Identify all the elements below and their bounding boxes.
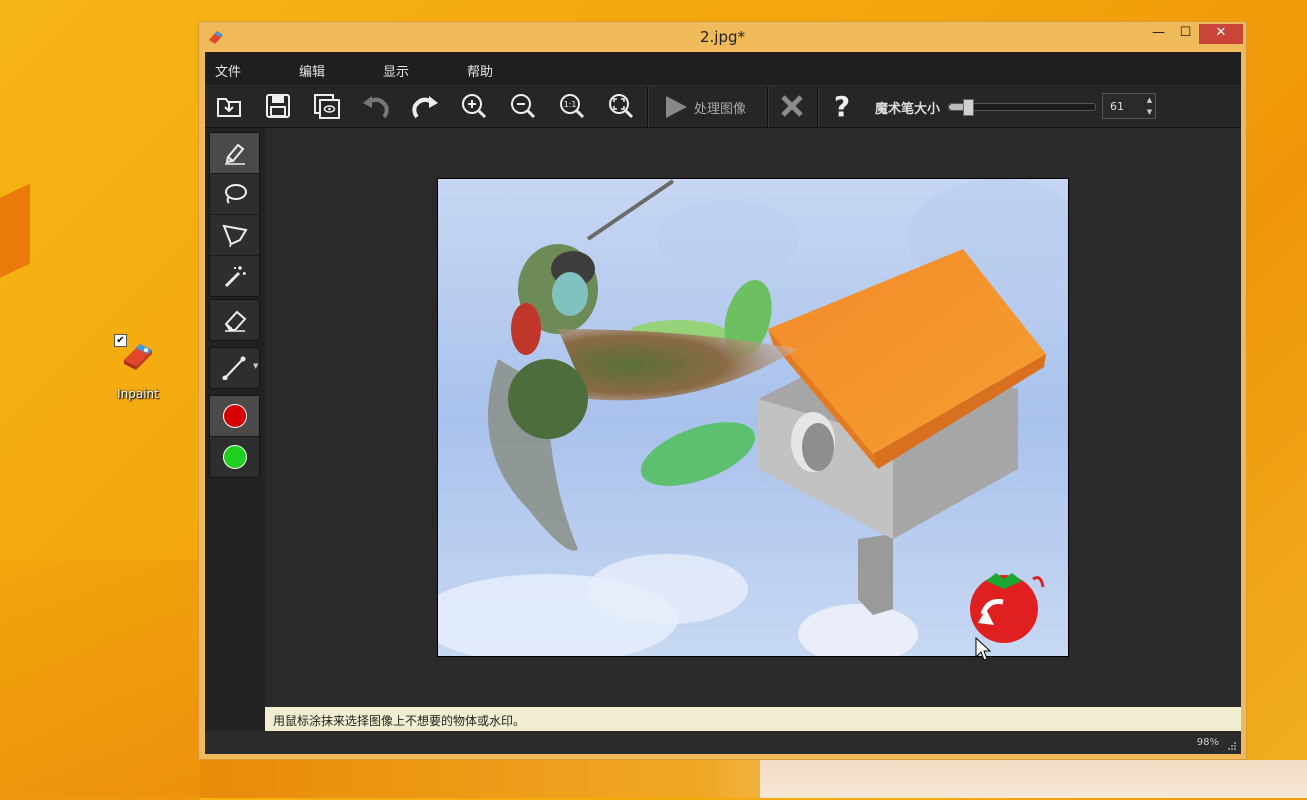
line-icon: [222, 356, 246, 380]
zoom-in-icon: [462, 94, 487, 119]
process-image-button[interactable]: 处理图像: [649, 86, 767, 127]
actual-size-icon: 1:1: [560, 94, 585, 119]
green-marker-dot: [223, 445, 247, 469]
desktop-icon-label: Inpaint: [117, 387, 159, 401]
open-icon: [217, 98, 241, 117]
lasso-icon: [225, 184, 247, 204]
color-tools-group: [209, 395, 260, 478]
canvas-area[interactable]: [265, 128, 1241, 707]
magic-wand-tool-button[interactable]: [210, 256, 259, 296]
preview-button[interactable]: [310, 90, 344, 122]
spin-up-icon[interactable]: ▲: [1143, 94, 1156, 106]
toolbar-separator: [767, 86, 769, 127]
marker-pen-icon: [225, 143, 245, 165]
red-marker-color-button[interactable]: [210, 396, 259, 437]
spin-down-icon[interactable]: ▼: [1143, 106, 1156, 118]
zoom-in-button[interactable]: [457, 90, 491, 122]
maximize-button[interactable]: ☐: [1172, 24, 1199, 44]
close-button[interactable]: ✕: [1199, 24, 1243, 44]
eraser-group: [209, 299, 260, 341]
menu-file[interactable]: 文件: [215, 61, 241, 80]
eraser-icon: [224, 310, 247, 332]
line-tool-group: ▼: [209, 347, 260, 389]
inpaint-app-icon: [124, 344, 152, 370]
menu-help[interactable]: 帮助: [467, 61, 493, 80]
save-icon: [266, 94, 290, 118]
polygon-lasso-icon: [222, 224, 248, 247]
lasso-tool-button[interactable]: [210, 174, 259, 215]
svg-text:?: ?: [834, 90, 850, 122]
undo-icon: [363, 96, 389, 119]
brush-size-spinbox[interactable]: ▲ ▼: [1102, 93, 1156, 119]
magic-wand-icon: [224, 266, 246, 288]
open-button[interactable]: [212, 90, 246, 122]
play-icon: [666, 96, 687, 118]
green-marker-color-button[interactable]: [210, 437, 259, 477]
process-image-label: 处理图像: [694, 102, 747, 117]
line-tool-dropdown-icon[interactable]: ▼: [253, 362, 258, 370]
undo-button[interactable]: [359, 90, 393, 122]
menu-edit[interactable]: 编辑: [299, 61, 325, 80]
help-question-icon: ?: [834, 90, 850, 123]
app-window: 2.jpg* — ☐ ✕ 文件 编辑 显示 帮助 1:1 处理图像 ? 魔术笔大…: [198, 21, 1247, 760]
brush-size-input[interactable]: [1103, 94, 1141, 118]
desktop-shape: [0, 183, 30, 297]
toolbar: 1:1 处理图像 ? 魔术笔大小 61 ▲ ▼: [205, 86, 1241, 128]
redo-icon: [412, 96, 438, 119]
polygon-lasso-tool-button[interactable]: [210, 215, 259, 256]
fit-window-button[interactable]: [604, 90, 638, 122]
minimize-button[interactable]: —: [1145, 24, 1172, 44]
desktop-floor: [760, 760, 1307, 798]
actual-size-button[interactable]: 1:1: [555, 90, 589, 122]
resize-grip-icon[interactable]: [1227, 741, 1237, 751]
preview-icon: [314, 94, 340, 119]
title-bar[interactable]: 2.jpg* — ☐ ✕: [199, 22, 1246, 52]
hint-text: 用鼠标涂抹来选择图像上不想要的物体或水印。: [273, 714, 526, 728]
tool-sidebar: ▼: [205, 128, 265, 754]
hummingbird-birdhouse-image[interactable]: [438, 179, 1068, 656]
help-button[interactable]: ?: [825, 90, 859, 123]
close-x-icon: [781, 95, 803, 117]
menu-bar: 文件 编辑 显示 帮助: [205, 52, 1241, 85]
eraser-tool-button[interactable]: [210, 300, 259, 340]
brush-size-label: 魔术笔大小: [875, 102, 941, 117]
cancel-button[interactable]: [775, 90, 809, 122]
window-title: 2.jpg*: [699, 28, 746, 46]
brush-size-slider-thumb[interactable]: [963, 99, 974, 116]
red-marker-dot: [223, 404, 247, 428]
save-button[interactable]: [261, 90, 295, 122]
selection-tools-group: [209, 132, 260, 297]
zoom-level: 98%: [1196, 737, 1219, 748]
fit-window-icon: [609, 94, 634, 119]
zoom-out-button[interactable]: [506, 90, 540, 122]
marker-tool-button[interactable]: [210, 133, 259, 174]
desktop-shape: [0, 560, 200, 800]
client-area: 文件 编辑 显示 帮助 1:1 处理图像 ? 魔术笔大小 61 ▲ ▼ ▼ 用鼠…: [205, 52, 1241, 754]
zoom-out-icon: [511, 94, 536, 119]
line-tool-button[interactable]: ▼: [210, 348, 259, 388]
status-bar: 98%: [205, 731, 1241, 754]
brush-size-slider[interactable]: [948, 99, 1096, 116]
mouse-cursor-icon: [975, 637, 991, 661]
hint-bar: 用鼠标涂抹来选择图像上不想要的物体或水印。: [265, 707, 1241, 731]
svg-text:1:1: 1:1: [564, 100, 577, 109]
image-canvas[interactable]: [437, 178, 1069, 657]
toolbar-separator: [817, 86, 819, 127]
redo-button[interactable]: [408, 90, 442, 122]
menu-view[interactable]: 显示: [383, 61, 409, 80]
